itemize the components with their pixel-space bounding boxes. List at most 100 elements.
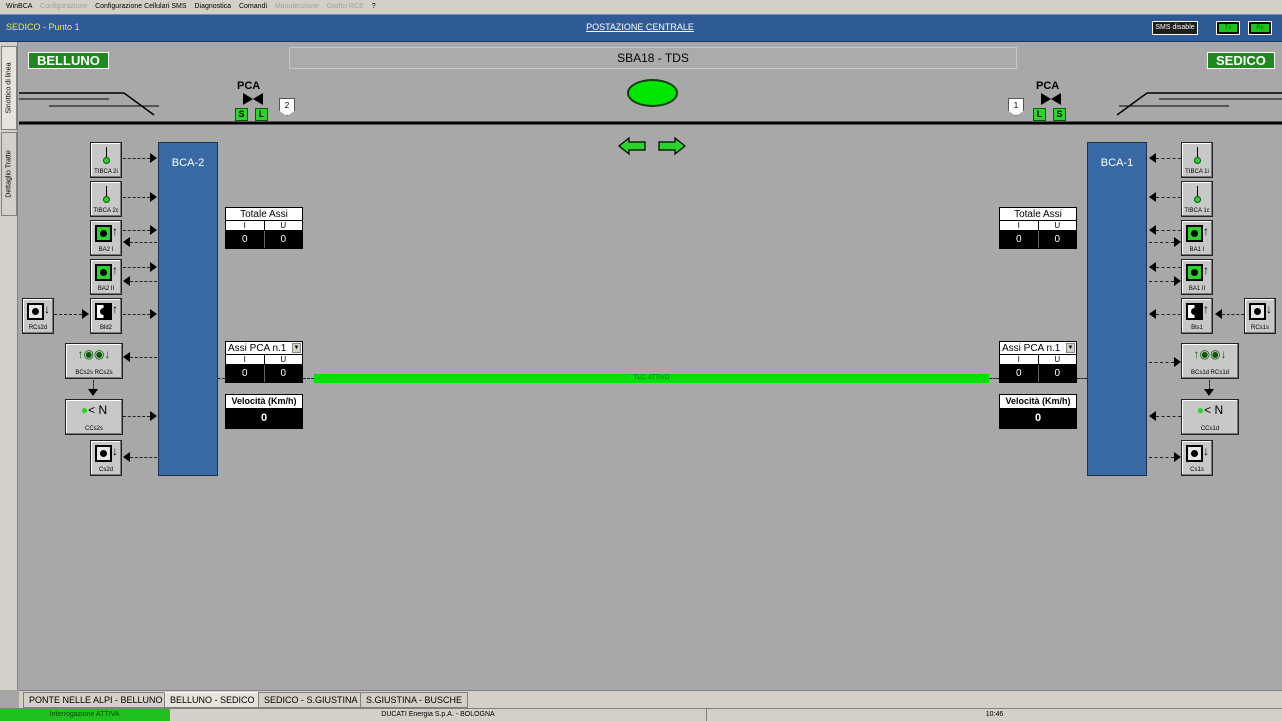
rcs2d-label: RCs2d — [28, 325, 48, 331]
menu-grafici-rce[interactable]: Grafici RCE — [327, 3, 364, 10]
arrow-right-icon — [150, 262, 157, 272]
totale-assi-left-title: Totale Assi — [226, 208, 302, 221]
tab-sinottico-label: Sinottico di linea — [5, 62, 13, 114]
rcs2d-sensor[interactable]: ↓ RCs2d — [22, 298, 54, 334]
ba2-i-sensor[interactable]: ↑ BA2 I — [90, 220, 122, 256]
arrow-right-icon — [150, 411, 157, 421]
assi-pca-left-title: Assi PCA n.1 — [228, 343, 287, 354]
arrow-left-icon — [123, 237, 130, 247]
chevron-down-icon[interactable]: ▼ — [292, 343, 301, 353]
connector — [1156, 314, 1181, 315]
bcs2s-rcs2s-sensor[interactable]: ↑◉◉↓ BCs2s RCs2s — [65, 343, 123, 379]
station-left-label: BELLUNO — [28, 52, 109, 69]
tibca-indicator-icon — [1194, 196, 1201, 203]
connector — [989, 378, 999, 379]
arrow-down-icon: ↓ — [112, 444, 118, 458]
totale-assi-right: Totale Assi I U 0 0 — [999, 207, 1077, 249]
ba2-i-label: BA2 I — [98, 247, 114, 253]
arrow-up-icon: ↑ — [112, 263, 118, 277]
cs1s-sensor[interactable]: ↓ Cs1s — [1181, 440, 1213, 476]
direction-arrows-icon[interactable] — [617, 136, 687, 156]
chevron-down-icon[interactable]: ▼ — [1066, 343, 1075, 353]
menu-manutenzione[interactable]: Manutenzione — [275, 3, 319, 10]
ba2-ii-sensor[interactable]: ↑ BA2 II — [90, 259, 122, 295]
arrow-right-icon — [150, 153, 157, 163]
assi-right-u-label: U — [1054, 355, 1061, 364]
arrow-up-icon: ↑ — [1203, 224, 1209, 238]
tab-ponte-belluno[interactable]: PONTE NELLE ALPI - BELLUNO — [23, 692, 169, 708]
assi-left-i-value: 0 — [226, 365, 265, 382]
tab-dettaglio[interactable]: Dettaglio Tratte — [1, 132, 17, 216]
bca-1-block[interactable]: BCA-1 — [1087, 142, 1147, 476]
location-title: SEDICO - Punto 1 — [6, 22, 80, 32]
velocita-right-title: Velocità (Km/h) — [1005, 396, 1071, 406]
bld2-sensor[interactable]: ↑ Bld2 — [90, 298, 122, 334]
assi-left-i-label: I — [226, 355, 265, 364]
ccs1d-sensor[interactable]: ●< N CCs1d — [1181, 399, 1239, 435]
ccs2s-sensor[interactable]: ●< N CCs2s — [65, 399, 123, 435]
connector — [1156, 416, 1181, 417]
tibca-1c-label: TIBCA 1c — [1184, 208, 1210, 214]
pca-left-l: L — [255, 108, 268, 121]
assi-right-i-label: I — [1000, 355, 1039, 364]
connector — [1149, 281, 1174, 282]
assi-right-i-value: 0 — [1000, 365, 1039, 382]
arrow-up-icon: ↑ — [112, 224, 118, 238]
assi-pca-right-select[interactable]: Assi PCA n.1 ▼ — [1000, 342, 1076, 355]
arrow-right-icon — [1174, 357, 1181, 367]
arrow-left-icon — [1149, 192, 1156, 202]
bca-2-block[interactable]: BCA-2 — [158, 142, 218, 476]
rx-led-label: Rx — [1251, 24, 1269, 32]
connector — [54, 314, 82, 315]
arrow-left-icon — [123, 276, 130, 286]
axle-counter-icon — [1186, 225, 1203, 242]
menu-configurazione-sms[interactable]: Configurazione Cellulari SMS — [95, 3, 186, 10]
assi-pca-left-select[interactable]: Assi PCA n.1 ▼ — [226, 342, 302, 355]
pca-right-l: L — [1033, 108, 1046, 121]
tibca-2i-label: TIBCA 2i — [94, 169, 118, 175]
assi-left-u-value: 0 — [280, 368, 287, 379]
tab-sedico-sgiustina[interactable]: SEDICO - S.GIUSTINA — [258, 692, 364, 708]
totale-right-u-value: 0 — [1054, 234, 1061, 245]
tibca-2i-sensor[interactable]: TIBCA 2i — [90, 142, 122, 178]
connector — [1149, 242, 1174, 243]
totale-left-u-label: U — [280, 221, 287, 230]
cs2d-sensor[interactable]: ↓ Cs2d — [90, 440, 122, 476]
arrow-left-icon — [123, 352, 130, 362]
tibca-2c-sensor[interactable]: TIBCA 2c — [90, 181, 122, 217]
tab-sinottico[interactable]: Sinottico di linea — [1, 46, 17, 130]
totale-left-i-value: 0 — [226, 231, 265, 248]
sms-disable-button[interactable]: SMS disable — [1152, 21, 1198, 35]
ba1-i-sensor[interactable]: ↑ BA1 I — [1181, 220, 1213, 256]
tab-sgiustina-busche[interactable]: S.GIUSTINA - BUSCHE — [360, 692, 469, 708]
bls1-sensor[interactable]: ↑ Bls1 — [1181, 298, 1213, 334]
section-status-oval[interactable] — [627, 79, 678, 107]
bcs2s-rcs2s-label: BCs2s RCs2s — [66, 370, 122, 376]
rcs1s-sensor[interactable]: ↓ RCs1s — [1244, 298, 1276, 334]
menu-comandi[interactable]: Comandi — [239, 3, 267, 10]
totale-right-u-label: U — [1054, 221, 1061, 230]
connector — [1149, 457, 1174, 458]
menu-help[interactable]: ? — [372, 3, 376, 10]
arrow-down-icon — [88, 389, 98, 396]
tibca-1c-sensor[interactable]: TIBCA 1c — [1181, 181, 1213, 217]
arrow-right-icon — [150, 225, 157, 235]
menu-configurazione[interactable]: Configurazione — [40, 3, 87, 10]
axle-counter-icon — [27, 303, 44, 320]
bca-2-label: BCA-2 — [171, 157, 205, 169]
menu-diagnostica[interactable]: Diagnostica — [194, 3, 231, 10]
station-link[interactable]: POSTAZIONE CENTRALE — [560, 22, 720, 32]
arrow-up-icon: ↑ — [1203, 263, 1209, 277]
arrow-right-icon — [1174, 237, 1181, 247]
status-company: DUCATI Energia S.p.A. - BOLOGNA — [170, 709, 707, 721]
menu-winbca[interactable]: WinBCA — [6, 3, 32, 10]
tibca-1i-sensor[interactable]: TIBCA 1i — [1181, 142, 1213, 178]
tab-belluno-sedico[interactable]: BELLUNO - SEDICO — [164, 692, 261, 708]
bcs2s-label: BCs2s — [75, 370, 93, 376]
bca-1-label: BCA-1 — [1100, 157, 1134, 169]
cs1s-label: Cs1s — [1190, 467, 1204, 473]
bcs1d-rcs1d-sensor[interactable]: ↑◉◉↓ BCs1d RCs1d — [1181, 343, 1239, 379]
connector — [130, 457, 157, 458]
ba1-ii-sensor[interactable]: ↑ BA1 II — [1181, 259, 1213, 295]
arrow-left-icon — [1149, 411, 1156, 421]
